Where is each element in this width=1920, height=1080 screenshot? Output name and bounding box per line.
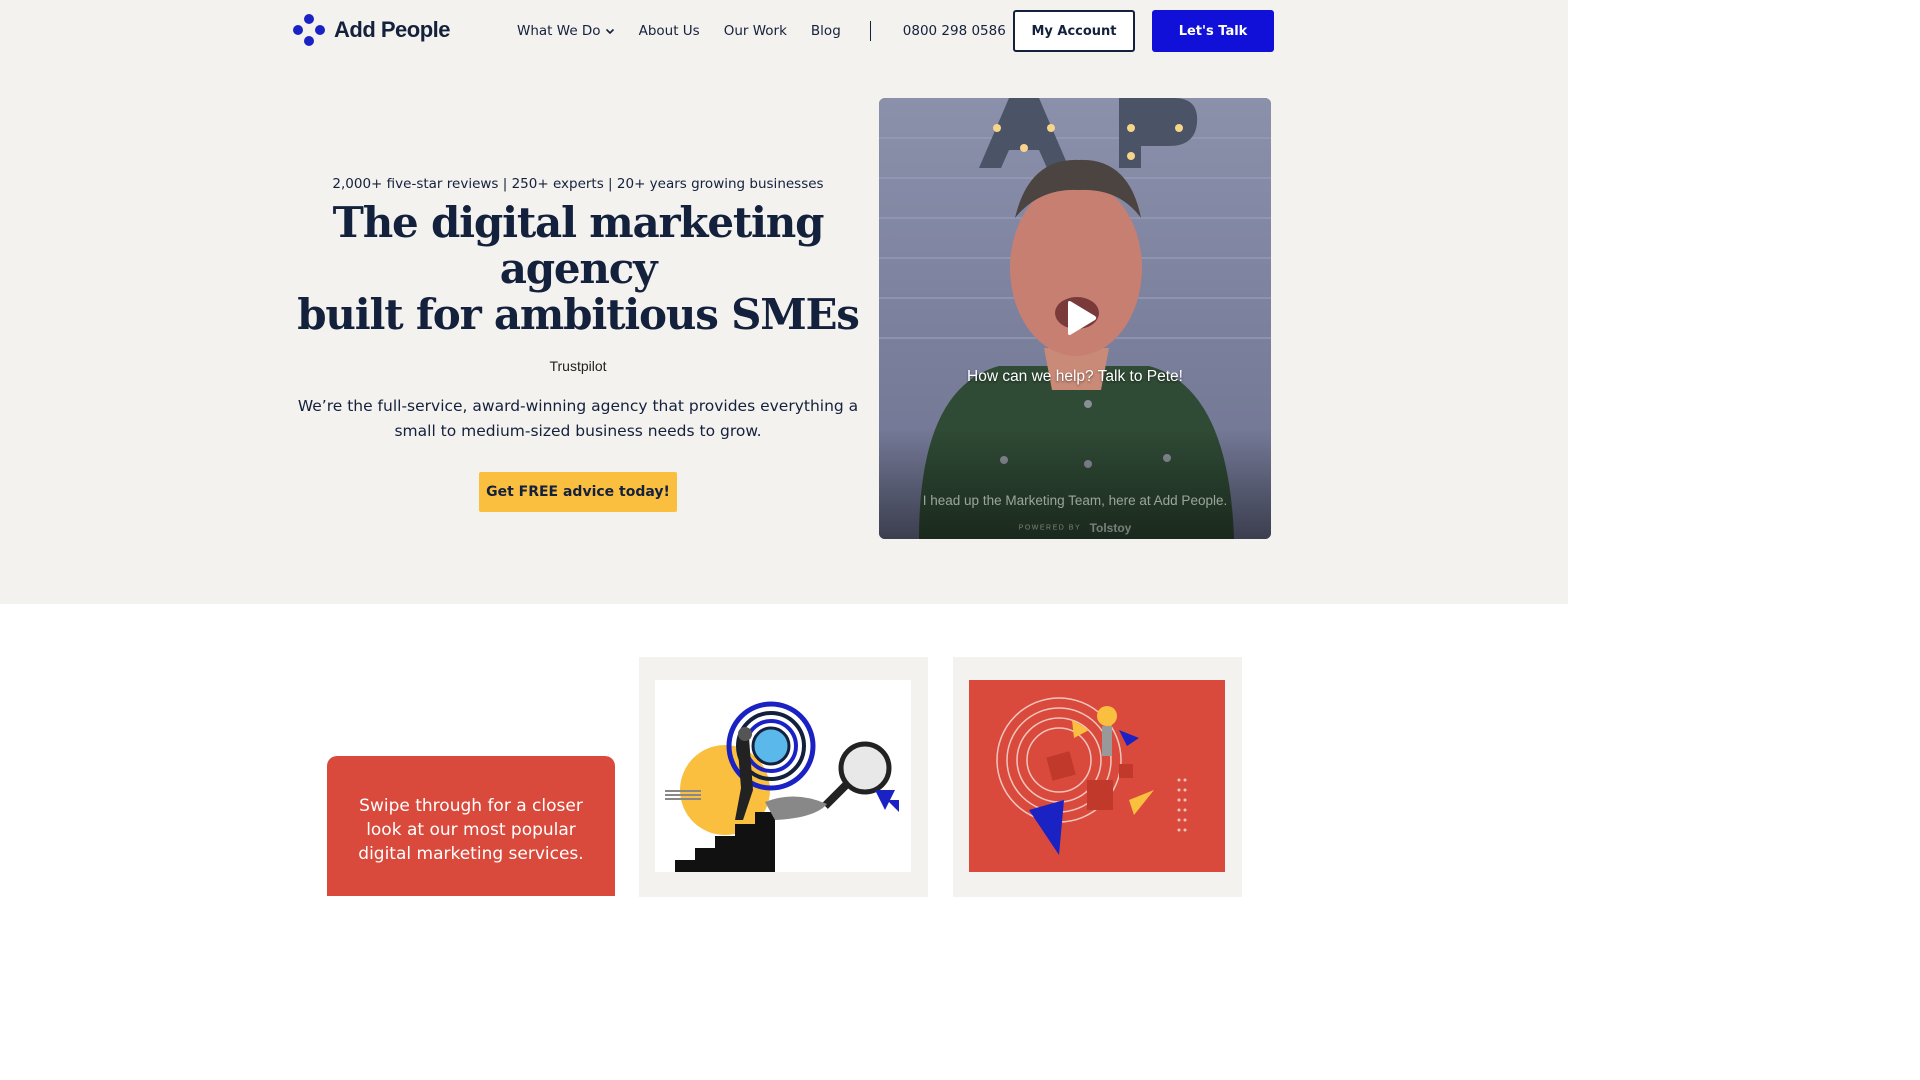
nav-item-what-we-do[interactable]: What We Do bbox=[517, 23, 615, 39]
logo[interactable]: Add People bbox=[293, 14, 451, 46]
trustpilot-widget[interactable]: Trustpilot bbox=[293, 358, 863, 374]
logo-text: Add People bbox=[334, 17, 451, 42]
nav-item-label: About Us bbox=[638, 23, 700, 39]
my-account-button[interactable]: My Account bbox=[1013, 10, 1135, 52]
hero-intro: We’re the full-service, award-winning ag… bbox=[297, 397, 859, 440]
headline-line-2: built for ambitious SMEs bbox=[297, 290, 860, 339]
service-card-seo[interactable] bbox=[639, 657, 928, 897]
service-illustration bbox=[655, 680, 911, 872]
nav-item-our-work[interactable]: Our Work bbox=[724, 23, 787, 39]
main-nav: What We Do About Us Our Work Blog 0800 2… bbox=[517, 21, 1006, 41]
swipe-prompt-card: Swipe through for a closer look at our m… bbox=[327, 756, 615, 896]
lets-talk-button[interactable]: Let's Talk bbox=[1152, 10, 1274, 52]
lightbulb-shapes-illustration-icon bbox=[969, 680, 1225, 872]
nav-item-label: Blog bbox=[810, 23, 841, 39]
page-title: The digital marketing agency built for a… bbox=[293, 200, 863, 338]
nav-item-blog[interactable]: Blog bbox=[811, 23, 841, 39]
powered-by-label: POWERED BY bbox=[1018, 524, 1082, 532]
magnifier-stairs-illustration-icon bbox=[655, 680, 911, 872]
service-card-creative[interactable] bbox=[953, 657, 1242, 897]
chevron-down-icon bbox=[605, 28, 614, 35]
nav-item-label: Our Work bbox=[723, 23, 787, 39]
nav-divider bbox=[869, 21, 871, 41]
free-advice-button[interactable]: Get FREE advice today! bbox=[479, 472, 677, 512]
nav-item-label: What We Do bbox=[517, 23, 601, 39]
tolstoy-logo: Tolstoy bbox=[1089, 520, 1132, 535]
service-illustration bbox=[969, 680, 1225, 872]
powered-by-badge: POWERED BY Tolstoy bbox=[879, 519, 1271, 537]
headline-line-1: The digital marketing agency bbox=[332, 198, 825, 293]
video-prompt: How can we help? Talk to Pete! bbox=[967, 368, 1183, 385]
hero-stats: 2,000+ five-star reviews | 250+ experts … bbox=[332, 176, 824, 192]
add-people-logo-icon bbox=[293, 14, 325, 46]
video-caption: I head up the Marketing Team, here at Ad… bbox=[922, 493, 1228, 508]
nav-item-about-us[interactable]: About Us bbox=[639, 23, 700, 39]
play-icon[interactable] bbox=[1060, 300, 1100, 336]
phone-number-link[interactable]: 0800 298 0586 bbox=[903, 23, 1006, 39]
hero-content: 2,000+ five-star reviews | 250+ experts … bbox=[293, 176, 863, 512]
